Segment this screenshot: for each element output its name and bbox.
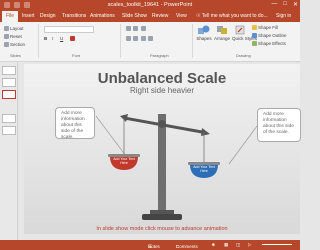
minimize-button[interactable]: — — [271, 1, 277, 8]
slide-thumbnail[interactable] — [2, 90, 16, 99]
slide-sorter-icon[interactable]: ▦ — [224, 242, 228, 248]
align-right-icon — [140, 36, 146, 42]
italic-button[interactable]: I — [52, 36, 53, 41]
callout-line-right — [228, 121, 261, 165]
bold-button[interactable]: B — [44, 36, 47, 41]
ribbon-separator — [38, 24, 39, 58]
callout-right[interactable]: Add more information about this side of … — [257, 108, 301, 142]
tab-insert[interactable]: Insert — [22, 13, 35, 19]
section-label: Section — [10, 42, 26, 47]
tab-animations[interactable]: Animations — [90, 13, 115, 19]
font-color-button[interactable] — [70, 36, 76, 42]
section-icon — [4, 42, 9, 48]
tab-review[interactable]: Review — [152, 13, 168, 19]
sign-in-link[interactable]: Sign in — [276, 13, 291, 19]
pen-icon — [252, 33, 257, 39]
tab-slide-show[interactable]: Slide Show — [122, 13, 147, 19]
layout-button[interactable]: Layout — [4, 26, 24, 32]
section-button[interactable]: Section — [4, 42, 26, 48]
shape-fill-label: Shape Fill — [258, 25, 279, 30]
shape-effects-button[interactable]: Shape Effects — [252, 41, 286, 47]
tab-file[interactable]: File — [2, 11, 19, 22]
close-button[interactable]: ✕ — [293, 1, 298, 8]
tab-transitions[interactable]: Transitions — [62, 13, 86, 19]
shape-outline-button[interactable]: Shape Outline — [252, 33, 287, 39]
underline-button[interactable]: U — [60, 36, 63, 41]
quick-styles-label: Quick Styles — [232, 36, 258, 41]
slide-canvas[interactable]: Unbalanced Scale Right side heavier Add … — [24, 64, 301, 234]
reset-label: Reset — [10, 34, 22, 39]
indent-icon — [140, 26, 146, 32]
shape-effects-label: Shape Effects — [258, 41, 286, 46]
scale-base — [142, 214, 182, 220]
reset-button[interactable]: Reset — [4, 34, 22, 40]
bullets-button[interactable] — [126, 26, 147, 32]
align-buttons[interactable] — [126, 36, 154, 42]
tab-design[interactable]: Design — [40, 13, 56, 19]
shapes-icon — [198, 25, 210, 34]
slide-thumbnail[interactable] — [2, 114, 16, 123]
slide-thumbnail[interactable] — [2, 66, 16, 75]
lightbulb-icon: ☉ — [196, 13, 201, 19]
ribbon-tabs: File Insert Design Transitions Animation… — [0, 11, 300, 22]
paragraph-group-label: Paragraph — [150, 53, 169, 58]
reading-view-icon[interactable]: ◫ — [236, 242, 240, 248]
title-bar: scales_toolkit_19641 - PowerPoint — □ ✕ — [0, 0, 300, 11]
window-title: scales_toolkit_19641 - PowerPoint — [107, 2, 193, 8]
maximize-button[interactable]: □ — [283, 1, 287, 8]
shapes-label: Shapes — [196, 36, 212, 41]
paint-bucket-icon — [252, 25, 257, 31]
shape-fill-button[interactable]: Shape Fill — [252, 25, 279, 31]
slideshow-icon[interactable]: ▷ — [248, 242, 251, 248]
tell-me-text: Tell me what you want to do... — [201, 13, 268, 19]
arrange-button[interactable]: Arrange — [214, 25, 230, 41]
scale-pillar — [158, 114, 166, 214]
reset-icon — [4, 34, 9, 40]
normal-view-icon[interactable]: ■ — [212, 242, 215, 247]
ribbon-separator — [192, 24, 193, 58]
font-color-icon — [70, 36, 75, 42]
align-center-icon — [133, 36, 139, 42]
tell-me-box[interactable]: ☉ Tell me what you want to do... — [196, 13, 268, 19]
align-left-icon — [126, 36, 131, 42]
slide-thumbnail[interactable] — [2, 78, 16, 87]
slides-group-label: Slides — [10, 53, 21, 58]
layout-icon — [4, 26, 9, 32]
ribbon-separator — [120, 24, 121, 58]
tab-view[interactable]: View — [176, 13, 187, 19]
shape-outline-label: Shape Outline — [258, 33, 287, 38]
font-group-label: Font — [72, 53, 81, 58]
window-controls: — □ ✕ — [271, 1, 298, 8]
numbering-icon — [133, 26, 139, 32]
bullets-icon — [126, 26, 131, 32]
comments-label: Comments — [176, 244, 198, 249]
quick-styles-button[interactable]: Quick Styles — [232, 25, 258, 41]
font-name-dropdown[interactable] — [44, 26, 94, 33]
zoom-slider[interactable] — [262, 244, 292, 245]
scale-illustration[interactable] — [24, 64, 300, 234]
status-bar: ☰ Notes □ Comments ■ ▦ ◫ ▷ — [0, 240, 300, 250]
shapes-button[interactable]: Shapes — [196, 25, 212, 41]
callout-left[interactable]: Add more information about this side of … — [55, 107, 95, 140]
effects-icon — [252, 41, 257, 47]
layout-label: Layout — [10, 26, 24, 31]
drawing-group-label: Drawing — [236, 53, 251, 58]
slide-thumbnail[interactable] — [2, 126, 16, 135]
slide-footer-note: In slide show mode click mouse to advanc… — [96, 226, 228, 232]
left-pan-text[interactable]: Add Your Text Here — [111, 157, 137, 165]
slide-thumbnails-pane — [0, 62, 18, 240]
scale-base-top — [150, 210, 174, 214]
notes-label: Notes — [148, 244, 160, 249]
arrange-icon — [217, 26, 227, 34]
right-pan-text[interactable]: Add Your Text Here — [191, 165, 217, 173]
beam-end-right — [201, 128, 210, 136]
arrange-label: Arrange — [214, 36, 231, 41]
ribbon: Layout Reset Section Slides B I U Font P… — [0, 22, 300, 62]
justify-icon — [147, 36, 153, 42]
quick-styles-icon — [235, 25, 245, 35]
